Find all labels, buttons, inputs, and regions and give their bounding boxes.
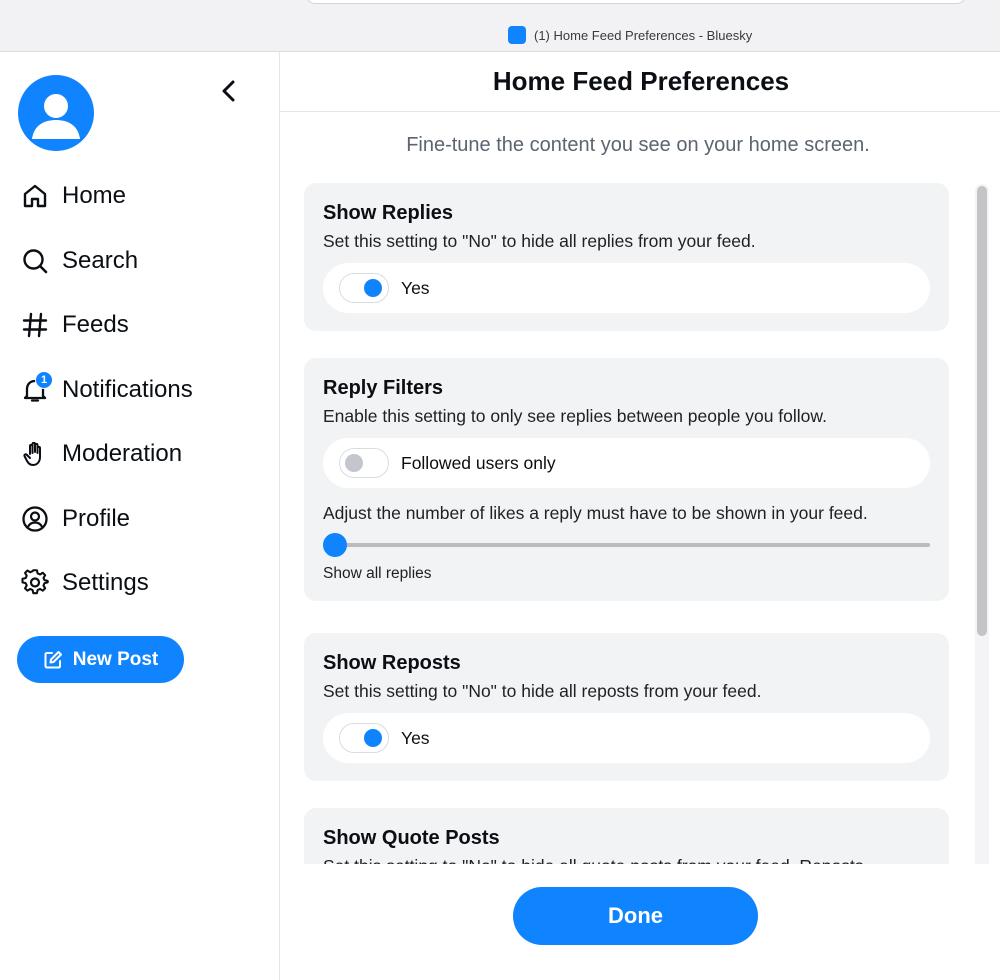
bluesky-favicon-icon <box>508 26 526 44</box>
card-title: Show Quote Posts <box>323 827 500 849</box>
card-description: Set this setting to "No" to hide all rep… <box>323 681 762 701</box>
sidebar-item-profile[interactable]: Profile <box>0 487 280 552</box>
toggle-label: Yes <box>401 727 430 748</box>
tab-title: (1) Home Feed Preferences - Bluesky <box>534 27 753 43</box>
compose-icon <box>44 650 62 668</box>
card-description: Set this setting to "No" to hide all quo… <box>323 855 930 864</box>
gear-icon <box>20 568 50 598</box>
sidebar-item-notifications[interactable]: 1 Notifications <box>0 358 280 423</box>
followed-users-only-toggle[interactable]: Followed users only <box>323 438 930 488</box>
toggle-label: Followed users only <box>401 452 556 473</box>
card-title: Show Replies <box>323 202 454 224</box>
bell-icon: 1 <box>20 370 53 405</box>
browser-tab[interactable]: (1) Home Feed Preferences - Bluesky <box>508 26 752 44</box>
show-reposts-card: Show Reposts Set this setting to "No" to… <box>304 633 949 781</box>
back-button[interactable] <box>214 76 244 106</box>
sidebar-item-settings[interactable]: Settings <box>0 551 280 616</box>
card-title: Reply Filters <box>323 377 444 399</box>
reply-filters-card: Reply Filters Enable this setting to onl… <box>304 358 949 601</box>
card-title: Show Reposts <box>323 652 461 674</box>
sidebar-item-label: Search <box>62 246 139 274</box>
reply-likes-slider[interactable] <box>323 530 930 560</box>
sidebar-nav: Home Search Feeds 1 Notifications Modera… <box>0 164 280 616</box>
chevron-left-icon <box>222 80 235 102</box>
sidebar: Home Search Feeds 1 Notifications Modera… <box>0 52 280 980</box>
page-title: Home Feed Preferences <box>492 66 790 96</box>
sidebar-item-label: Moderation <box>62 440 183 468</box>
toggle-switch[interactable] <box>339 273 389 303</box>
notification-badge: 1 <box>35 370 53 389</box>
page-subtitle: Fine-tune the content you see on your ho… <box>406 134 870 156</box>
sidebar-item-moderation[interactable]: Moderation <box>0 422 280 487</box>
done-button[interactable]: Done <box>513 887 758 945</box>
sidebar-item-feeds[interactable]: Feeds <box>0 293 280 358</box>
sidebar-item-label: Settings <box>62 569 149 597</box>
hash-icon <box>20 310 50 340</box>
toggle-switch[interactable] <box>339 448 389 478</box>
address-bar[interactable] <box>306 0 966 4</box>
home-icon <box>20 181 50 211</box>
sidebar-item-label: Profile <box>62 504 131 532</box>
show-replies-card: Show Replies Set this setting to "No" to… <box>304 183 949 331</box>
footer: Done <box>280 864 1000 980</box>
scrollbar-thumb[interactable] <box>977 186 987 636</box>
page-header: Home Feed Preferences <box>280 52 1000 112</box>
user-avatar-icon <box>32 94 80 139</box>
show-reposts-toggle[interactable]: Yes <box>323 713 930 763</box>
user-circle-icon <box>20 504 50 534</box>
toggle-knob <box>364 279 382 297</box>
card-description: Enable this setting to only see replies … <box>323 406 827 426</box>
sidebar-item-label: Home <box>62 182 127 210</box>
browser-chrome: (1) Home Feed Preferences - Bluesky <box>0 0 1000 52</box>
sidebar-item-label: Notifications <box>62 375 193 403</box>
hand-icon <box>20 439 50 469</box>
sidebar-item-home[interactable]: Home <box>0 164 280 229</box>
toggle-label: Yes <box>401 277 430 298</box>
show-quote-posts-card: Show Quote Posts Set this setting to "No… <box>304 808 949 864</box>
sidebar-item-search[interactable]: Search <box>0 229 280 294</box>
avatar[interactable] <box>18 75 94 151</box>
new-post-button[interactable]: New Post <box>17 636 184 683</box>
toggle-knob <box>364 729 382 747</box>
search-icon <box>20 246 50 276</box>
preferences-scroll-area[interactable]: Show Replies Set this setting to "No" to… <box>280 172 1000 864</box>
card-description: Set this setting to "No" to hide all rep… <box>323 231 756 251</box>
slider-value-label: Show all replies <box>323 565 432 582</box>
slider-description: Adjust the number of likes a reply must … <box>323 503 868 523</box>
sidebar-item-label: Feeds <box>62 311 129 339</box>
new-post-label: New Post <box>72 648 159 670</box>
toggle-knob <box>345 454 363 472</box>
show-replies-toggle[interactable]: Yes <box>323 263 930 313</box>
slider-thumb[interactable] <box>323 533 347 557</box>
toggle-switch[interactable] <box>339 723 389 753</box>
slider-track[interactable] <box>323 543 930 547</box>
main-panel: Home Feed Preferences Fine-tune the cont… <box>280 52 1000 980</box>
